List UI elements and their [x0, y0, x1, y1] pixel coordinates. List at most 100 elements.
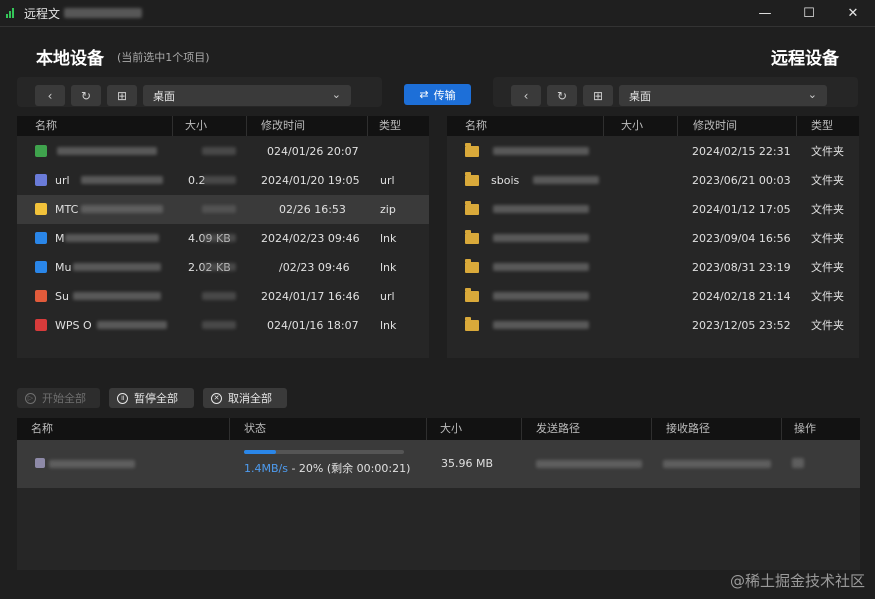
file-type: url	[380, 290, 395, 303]
col-modified[interactable]: 修改时间	[261, 116, 305, 136]
receive-path-blurred	[663, 460, 771, 468]
minimize-button[interactable]: —	[743, 0, 787, 26]
local-file-table: 名称 大小 修改时间 类型 024/01/26 20:07 url 0.2 2024/…	[17, 116, 429, 358]
file-type: lnk	[380, 232, 397, 245]
local-table-header: 名称 大小 修改时间 类型	[17, 116, 429, 136]
folder-type: 文件夹	[811, 261, 844, 274]
folder-icon	[465, 288, 479, 302]
local-file-row[interactable]: MTC 02/26 16:53 zip	[17, 195, 429, 224]
folder-type: 文件夹	[811, 174, 844, 187]
local-file-row[interactable]: M4.09 KB2024/02/23 09:46lnk	[17, 224, 429, 253]
file-size-blurred	[202, 292, 236, 300]
folder-modified: 2023/09/04 16:56	[692, 232, 791, 245]
file-size-blurred	[202, 234, 236, 242]
pause-all-button[interactable]: ॥ 暂停全部	[109, 388, 194, 408]
remote-folder-row[interactable]: 2023/09/04 16:56 文件夹	[447, 224, 859, 253]
folder-name-blurred	[493, 292, 589, 300]
local-file-row[interactable]: url 0.2 2024/01/20 19:05 url	[17, 166, 429, 195]
col-type[interactable]: 类型	[811, 116, 833, 136]
local-file-row[interactable]: Su 2024/01/17 16:46 url	[17, 282, 429, 311]
file-size-blurred	[202, 176, 236, 184]
file-icon	[35, 174, 47, 186]
folder-icon	[465, 230, 479, 244]
col-separator	[246, 116, 247, 136]
file-name: url	[55, 174, 70, 187]
cancel-icon: ✕	[211, 392, 222, 404]
window-title-blurred	[64, 8, 143, 18]
cancel-all-label: 取消全部	[228, 392, 272, 405]
local-device-title: 本地设备	[36, 49, 104, 69]
col-size[interactable]: 大小	[621, 116, 643, 136]
col-separator	[426, 418, 427, 440]
file-name-blurred	[97, 321, 167, 329]
new-folder-icon[interactable]: ⊞	[583, 85, 613, 106]
col-separator	[781, 418, 782, 440]
back-icon[interactable]: ‹	[35, 85, 65, 106]
remote-folder-row[interactable]: 2023/12/05 23:52 文件夹	[447, 311, 859, 340]
file-size-blurred	[202, 263, 236, 271]
transfer-button[interactable]: ⇄ 传输	[404, 84, 471, 105]
file-icon	[35, 319, 47, 331]
local-path-select[interactable]: 桌面 ⌄	[143, 85, 351, 106]
transfer-row[interactable]: 1.4MB/s - 20% (剩余 00:00:21) 35.96 MB	[17, 440, 860, 488]
chevron-down-icon: ⌄	[807, 88, 817, 101]
file-icon	[35, 232, 47, 244]
remote-path-select[interactable]: 桌面 ⌄	[619, 85, 827, 106]
file-name: WPS O	[55, 319, 92, 332]
local-file-row[interactable]: Mu2.02 KB/02/23 09:46lnk	[17, 253, 429, 282]
col-name[interactable]: 名称	[465, 116, 487, 136]
remote-folder-row[interactable]: 2024/01/12 17:05 文件夹	[447, 195, 859, 224]
remote-folder-row[interactable]: 2024/02/15 22:31 文件夹	[447, 137, 859, 166]
back-icon[interactable]: ‹	[511, 85, 541, 106]
folder-icon	[465, 172, 479, 186]
col-size[interactable]: 大小	[440, 418, 462, 440]
file-modified: 2024/02/23 09:46	[261, 232, 360, 245]
title-divider	[0, 26, 875, 27]
local-file-row[interactable]: 024/01/26 20:07	[17, 137, 429, 166]
close-button[interactable]: ✕	[831, 0, 875, 26]
col-size[interactable]: 大小	[185, 116, 207, 136]
folder-icon	[465, 317, 479, 331]
folder-modified: 2024/02/18 21:14	[692, 290, 791, 303]
folder-name-blurred	[493, 263, 589, 271]
remote-folder-row[interactable]: 2023/08/31 23:19 文件夹	[447, 253, 859, 282]
file-name-blurred	[57, 147, 157, 155]
col-name[interactable]: 名称	[31, 418, 53, 440]
remote-folder-row[interactable]: sbois 2023/06/21 00:03 文件夹	[447, 166, 859, 195]
refresh-icon[interactable]: ↻	[547, 85, 577, 106]
file-modified: /02/23 09:46	[279, 261, 350, 274]
start-all-button[interactable]: ▷ 开始全部	[17, 388, 100, 408]
title-bar: 远程文 — ☐ ✕	[0, 0, 875, 26]
transfer-button-label: 传输	[433, 88, 456, 102]
maximize-button[interactable]: ☐	[787, 0, 831, 26]
file-name-blurred	[73, 292, 161, 300]
remote-path-value: 桌面	[629, 89, 651, 103]
remote-folder-row[interactable]: 2024/02/18 21:14 文件夹	[447, 282, 859, 311]
transfer-progress-fill	[244, 450, 276, 454]
col-receive-path[interactable]: 接收路径	[666, 418, 710, 440]
folder-name-blurred	[533, 176, 599, 184]
folder-type: 文件夹	[811, 145, 844, 158]
file-size-blurred	[202, 205, 236, 213]
col-type[interactable]: 类型	[379, 116, 401, 136]
file-name-blurred	[81, 205, 163, 213]
folder-name: sbois	[491, 174, 520, 187]
col-status[interactable]: 状态	[244, 418, 266, 440]
action-icon[interactable]	[792, 458, 804, 468]
col-separator	[603, 116, 604, 136]
folder-type: 文件夹	[811, 319, 844, 332]
cancel-all-button[interactable]: ✕ 取消全部	[203, 388, 287, 408]
folder-modified: 2023/06/21 00:03	[692, 174, 791, 187]
col-separator	[796, 116, 797, 136]
col-name[interactable]: 名称	[35, 116, 57, 136]
refresh-icon[interactable]: ↻	[71, 85, 101, 106]
file-name-blurred	[65, 234, 159, 242]
col-send-path[interactable]: 发送路径	[536, 418, 580, 440]
col-modified[interactable]: 修改时间	[693, 116, 737, 136]
file-modified: 2024/01/17 16:46	[261, 290, 360, 303]
new-folder-icon[interactable]: ⊞	[107, 85, 137, 106]
local-file-row[interactable]: WPS O 024/01/16 18:07 lnk	[17, 311, 429, 340]
transfer-status: 1.4MB/s - 20% (剩余 00:00:21)	[244, 460, 410, 476]
col-actions[interactable]: 操作	[794, 418, 816, 440]
file-name: Su	[55, 290, 69, 303]
